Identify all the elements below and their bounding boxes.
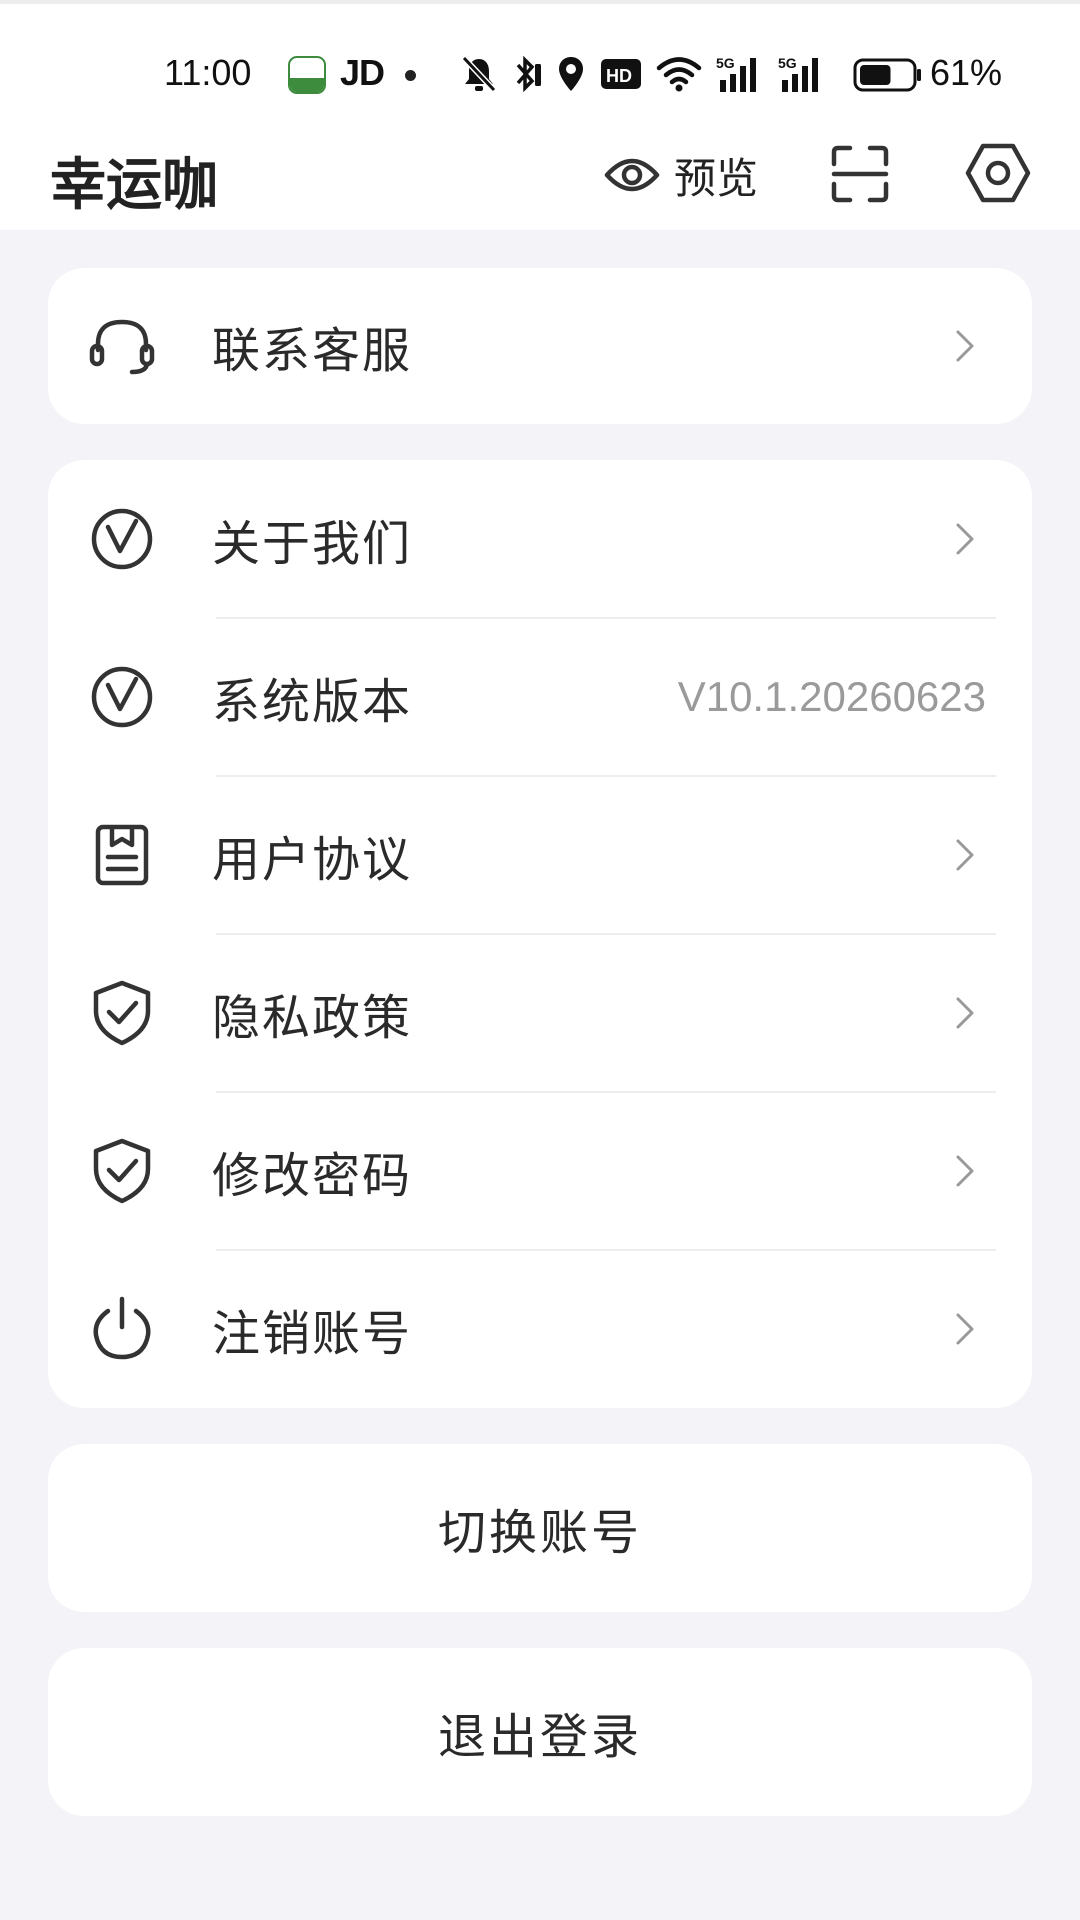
location-icon	[559, 57, 583, 91]
menu-item-label: 注销账号	[212, 1306, 413, 1362]
menu-item-label: 修改密码	[212, 1148, 413, 1204]
version-value: V10.1.20260623	[677, 673, 986, 720]
svg-text:HD: HD	[606, 66, 632, 86]
menu-item-label: 隐私政策	[212, 990, 413, 1046]
app-header: 幸运咖 预览	[0, 130, 1080, 220]
status-icons: HD 5G 5G	[460, 52, 826, 96]
menu-item-privacy-policy[interactable]: 隐私政策	[48, 934, 1032, 1092]
switch-account-button[interactable]: 切换账号	[48, 1444, 1032, 1612]
menu-item-user-agreement[interactable]: 用户协议	[48, 776, 1032, 934]
support-card: 联系客服	[48, 268, 1032, 424]
chevron-right-icon	[956, 1313, 974, 1345]
battery-icon	[853, 58, 923, 101]
menu-item-system-version: 系统版本 V10.1.20260623	[48, 618, 1032, 776]
settings-button[interactable]	[965, 140, 1031, 206]
menu-item-about-us[interactable]: 关于我们	[48, 460, 1032, 618]
menu-item-label: 用户协议	[212, 832, 413, 888]
logout-label: 退出登录	[437, 1709, 642, 1765]
notification-dot-icon	[405, 70, 416, 81]
eye-icon	[604, 158, 660, 192]
chevron-right-icon	[956, 839, 974, 871]
bluetooth-icon	[516, 55, 541, 93]
menu-item-label: 系统版本	[212, 674, 413, 730]
menu-item-label: 关于我们	[212, 516, 413, 572]
settings-hexagon-icon	[965, 143, 1031, 203]
settings-menu-card: 关于我们 系统版本 V10.1.20260623 用户协议 隐私政策 修改密码 …	[48, 460, 1032, 1408]
svg-text:5G: 5G	[716, 55, 735, 71]
v-circle-icon	[91, 508, 153, 570]
contact-support-row[interactable]: 联系客服	[48, 268, 1032, 424]
document-icon	[95, 824, 149, 886]
chevron-right-icon	[956, 1155, 974, 1187]
hd-icon: HD	[601, 59, 641, 89]
contact-support-label: 联系客服	[212, 323, 413, 379]
wifi-icon	[656, 57, 702, 92]
status-bar: 11:00 JD HD 5G 5G 61%	[0, 48, 1080, 100]
preview-button[interactable]: 预览	[604, 142, 758, 208]
logout-button[interactable]: 退出登录	[48, 1648, 1032, 1816]
5g-signal-icon: 5G	[778, 55, 818, 92]
preview-label: 预览	[674, 153, 759, 203]
mute-icon	[461, 55, 497, 93]
battery-percent: 61%	[930, 52, 1003, 93]
svg-text:5G: 5G	[778, 55, 797, 71]
power-icon	[93, 1296, 151, 1360]
v-circle-icon	[91, 666, 153, 728]
page-title: 幸运咖	[50, 153, 218, 218]
chevron-right-icon	[956, 523, 974, 555]
chevron-right-icon	[956, 997, 974, 1029]
scan-icon	[831, 145, 889, 203]
5g-signal-icon: 5G	[716, 55, 756, 92]
oppo-app-icon	[288, 56, 326, 94]
menu-item-change-password[interactable]: 修改密码	[48, 1092, 1032, 1250]
shield-check-icon	[93, 1138, 151, 1204]
headset-icon	[89, 319, 155, 375]
status-time: 11:00	[164, 52, 252, 93]
shield-check-icon	[93, 980, 151, 1046]
status-carrier: JD	[340, 52, 385, 93]
scan-button[interactable]	[830, 144, 890, 204]
switch-account-label: 切换账号	[437, 1505, 642, 1561]
menu-item-cancel-account[interactable]: 注销账号	[48, 1250, 1032, 1408]
chevron-right-icon	[956, 330, 974, 362]
